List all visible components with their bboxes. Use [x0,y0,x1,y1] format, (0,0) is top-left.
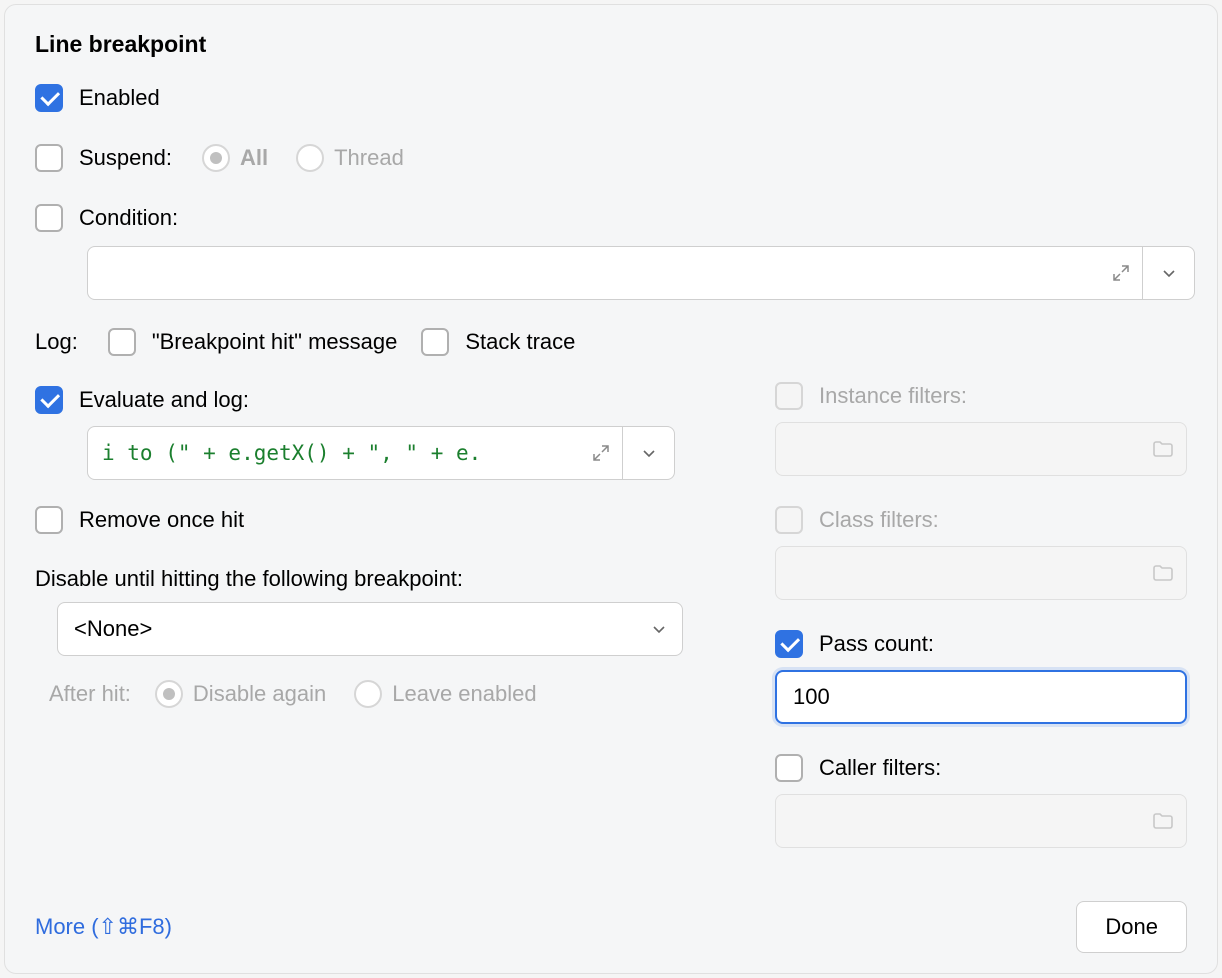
log-bphit-label: "Breakpoint hit" message [152,329,398,355]
after-hit-disable-radio[interactable] [155,680,183,708]
folder-icon[interactable] [1152,438,1174,460]
condition-checkbox[interactable] [35,204,63,232]
after-hit-disable-label: Disable again [193,681,326,707]
instance-filters-label: Instance filters: [819,383,967,409]
log-label: Log: [35,329,78,355]
class-filters-checkbox[interactable] [775,506,803,534]
disable-until-label: Disable until hitting the following brea… [35,566,725,592]
log-stack-checkbox[interactable] [421,328,449,356]
enabled-checkbox[interactable] [35,84,63,112]
condition-label: Condition: [79,205,178,231]
instance-filters-checkbox[interactable] [775,382,803,410]
enabled-label: Enabled [79,85,160,111]
panel-title: Line breakpoint [35,31,1187,58]
eval-log-checkbox[interactable] [35,386,63,414]
after-hit-label: After hit: [49,681,131,707]
breakpoint-config-panel: Line breakpoint Enabled Suspend: All Thr… [4,4,1218,974]
suspend-all-label: All [240,145,268,171]
folder-icon[interactable] [1152,810,1174,832]
remove-once-hit-label: Remove once hit [79,507,244,533]
log-bphit-checkbox[interactable] [108,328,136,356]
suspend-checkbox[interactable] [35,144,63,172]
expand-icon[interactable] [580,427,622,479]
pass-count-input-wrap [775,670,1187,724]
caller-filters-label: Caller filters: [819,755,941,781]
caller-filters-input[interactable] [775,794,1187,848]
done-button[interactable]: Done [1076,901,1187,953]
suspend-thread-radio[interactable] [296,144,324,172]
pass-count-label: Pass count: [819,631,934,657]
pass-count-checkbox[interactable] [775,630,803,658]
after-hit-leave-radio[interactable] [354,680,382,708]
chevron-down-icon [652,622,666,636]
suspend-label: Suspend: [79,145,172,171]
instance-filters-input[interactable] [775,422,1187,476]
eval-dropdown-icon[interactable] [622,427,674,479]
eval-log-label: Evaluate and log: [79,387,249,413]
suspend-thread-label: Thread [334,145,404,171]
disable-until-value: <None> [74,616,152,642]
eval-input-wrap [87,426,675,480]
log-stack-label: Stack trace [465,329,575,355]
folder-icon[interactable] [1152,562,1174,584]
class-filters-label: Class filters: [819,507,939,533]
more-link[interactable]: More (⇧⌘F8) [35,914,172,940]
suspend-all-radio[interactable] [202,144,230,172]
eval-log-input[interactable] [88,427,580,479]
remove-once-hit-checkbox[interactable] [35,506,63,534]
class-filters-input[interactable] [775,546,1187,600]
pass-count-input[interactable] [791,683,1171,711]
after-hit-leave-label: Leave enabled [392,681,536,707]
disable-until-select[interactable]: <None> [57,602,683,656]
caller-filters-checkbox[interactable] [775,754,803,782]
